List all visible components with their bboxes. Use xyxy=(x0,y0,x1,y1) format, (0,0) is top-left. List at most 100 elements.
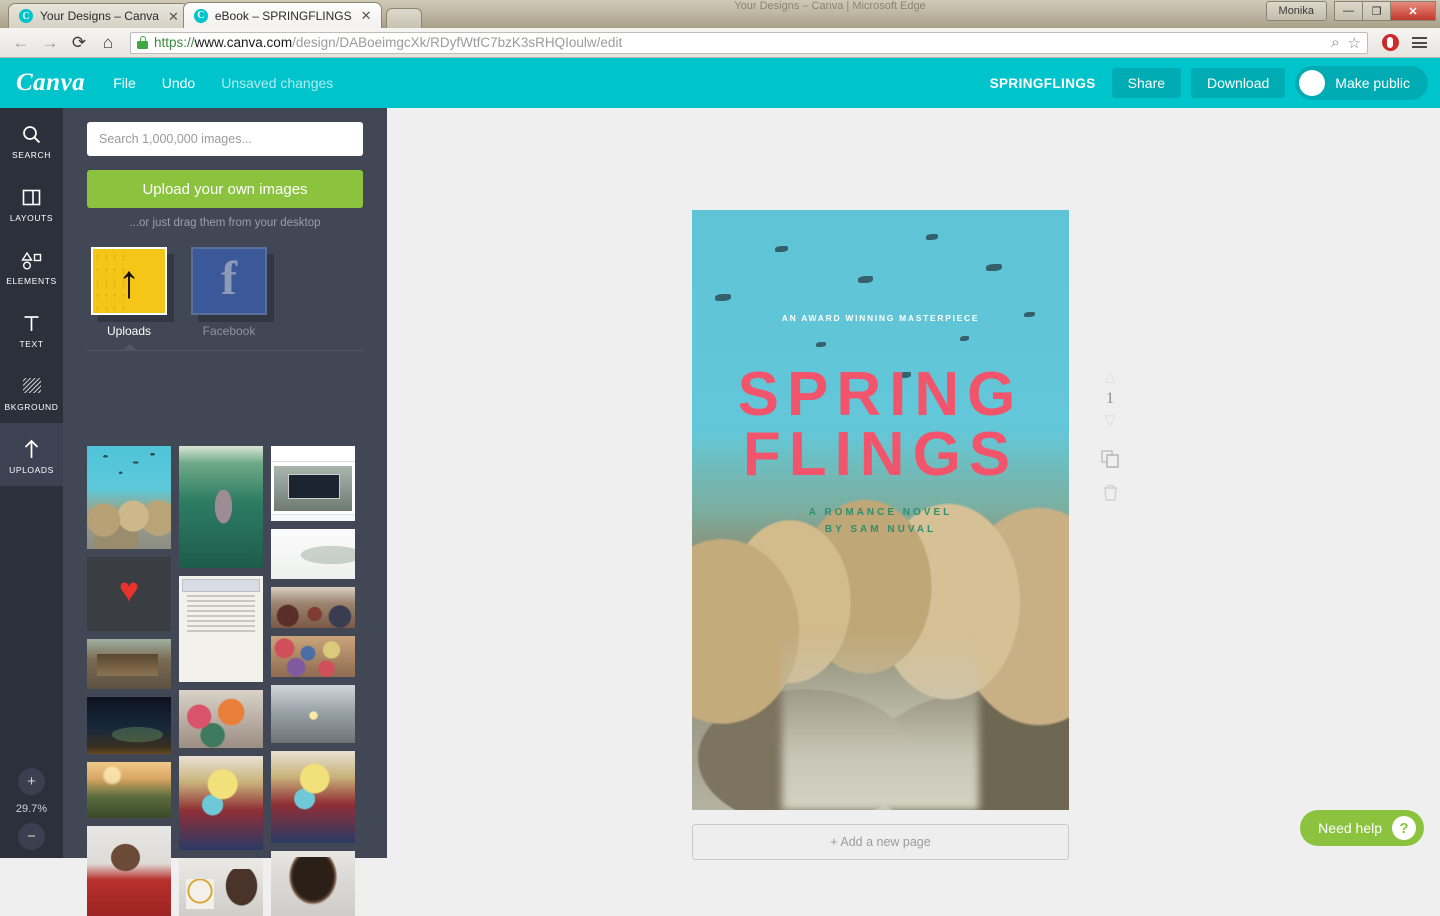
cover-title-line-2: FLINGS xyxy=(742,419,1019,489)
cover-tagline: AN AWARD WINNING MASTERPIECE xyxy=(781,313,980,323)
upload-your-own-images-button[interactable]: Upload your own images xyxy=(87,170,363,208)
panel-divider xyxy=(87,344,363,351)
zoom-level: 29.7% xyxy=(15,803,48,815)
upload-thumbnail-mother-and-baby[interactable] xyxy=(179,755,263,851)
tab-title: eBook – SPRINGFLINGS xyxy=(214,8,352,23)
uploads-tile-icon: ↑↑↑↑ ↑↑↑↑ ↑↑↑↑ ↑↑↑↑ ↑↑↑↑ ↑ xyxy=(91,247,167,315)
move-page-down-icon[interactable]: ▽ xyxy=(1092,413,1128,428)
canva-favicon-icon: C xyxy=(19,9,33,23)
upload-thumbnail-classroom[interactable] xyxy=(271,587,355,629)
windows-user-button[interactable]: Monika xyxy=(1265,1,1327,21)
tab-close-icon[interactable]: ✕ xyxy=(166,10,179,23)
back-icon[interactable]: ← xyxy=(8,31,34,55)
window-close-button[interactable]: ✕ xyxy=(1390,1,1436,21)
upload-thumbnail-mother-baby-2[interactable] xyxy=(271,751,355,843)
sidebar-item-label: BKGROUND xyxy=(4,402,59,412)
browser-toolbar: ← → ⟳ ⌂ https://www.canva.com/design/DAB… xyxy=(0,28,1440,58)
upload-thumbnail-scanned-document[interactable] xyxy=(179,575,263,682)
design-page-1[interactable]: AN AWARD WINNING MASTERPIECE SPRING FLIN… xyxy=(692,210,1069,810)
upload-thumbnail-red-heart[interactable] xyxy=(87,557,171,631)
canva-logo[interactable]: Canva xyxy=(16,69,85,97)
address-bar[interactable]: https://www.canva.com/design/DABoeimgcXk… xyxy=(130,31,1368,54)
need-help-button[interactable]: Need help ? xyxy=(1300,810,1424,846)
upload-thumbnail-night-sky[interactable] xyxy=(87,697,171,754)
upload-thumbnail-boy-portrait[interactable] xyxy=(271,850,355,916)
upload-thumbnail-sparkler[interactable] xyxy=(271,685,355,744)
delete-page-icon[interactable] xyxy=(1092,484,1128,501)
make-public-label: Make public xyxy=(1335,75,1410,91)
cover-subtitle: A ROMANCE NOVEL BY SAM NUVAL xyxy=(692,504,1069,538)
upload-thumbnail-crowd-children[interactable] xyxy=(271,636,355,678)
sidebar-item-label: SEARCH xyxy=(11,150,52,160)
sidebar-item-text[interactable]: TEXT xyxy=(0,297,63,360)
sidebar-item-uploads[interactable]: UPLOADS xyxy=(0,423,63,486)
cover-title-line-1: SPRING xyxy=(737,360,1024,429)
search-icon xyxy=(22,123,41,145)
tab-close-icon[interactable]: ✕ xyxy=(359,9,372,22)
opera-adblock-icon[interactable] xyxy=(1377,31,1403,55)
home-icon[interactable]: ⌂ xyxy=(95,31,121,55)
source-tab-facebook[interactable]: f Facebook xyxy=(191,247,274,338)
upload-thumbnail-facebook-post[interactable] xyxy=(271,446,355,521)
upload-thumbnail-sunset-field[interactable] xyxy=(87,761,171,818)
url-host: www.canva.com xyxy=(194,35,293,50)
uploads-arrow-icon xyxy=(22,438,41,460)
question-mark-icon: ? xyxy=(1392,816,1416,840)
make-public-toggle[interactable]: Make public xyxy=(1295,66,1428,100)
window-minimize-button[interactable]: — xyxy=(1334,1,1363,21)
uploads-thumbnail-grid xyxy=(63,446,387,916)
file-menu[interactable]: File xyxy=(113,75,136,91)
page-search-icon[interactable]: ⌕ xyxy=(1331,34,1339,51)
upload-thumbnail-children-reading[interactable] xyxy=(179,689,263,748)
sidebar-item-elements[interactable]: ELEMENTS xyxy=(0,234,63,297)
upload-thumbnail-boy-red-shirt[interactable] xyxy=(87,825,171,916)
duplicate-page-icon[interactable] xyxy=(1092,450,1128,468)
download-button[interactable]: Download xyxy=(1191,68,1286,98)
zoom-out-button[interactable]: − xyxy=(18,823,45,850)
reload-icon[interactable]: ⟳ xyxy=(66,31,92,55)
upload-thumbnail-boy-volleyball[interactable] xyxy=(179,858,263,916)
url-path: /design/DABoeimgcXk/RDyfWtfC7bzK3sRHQIou… xyxy=(292,35,623,50)
forward-icon[interactable]: → xyxy=(37,31,63,55)
topbar-actions: SPRINGFLINGS Share Download Make public xyxy=(990,66,1428,100)
zoom-controls: + 29.7% − xyxy=(0,768,63,850)
share-button[interactable]: Share xyxy=(1111,68,1182,98)
toggle-knob xyxy=(1299,70,1326,96)
sidebar-item-layouts[interactable]: LAYOUTS xyxy=(0,171,63,234)
need-help-label: Need help xyxy=(1318,820,1382,836)
browser-tab-ebook-springflings[interactable]: C eBook – SPRINGFLINGS ✕ xyxy=(182,2,382,28)
upload-thumbnail-underwater-dog[interactable] xyxy=(179,446,263,568)
sidebar-item-label: ELEMENTS xyxy=(6,276,57,286)
source-tab-uploads[interactable]: ↑↑↑↑ ↑↑↑↑ ↑↑↑↑ ↑↑↑↑ ↑↑↑↑ ↑ Uploads xyxy=(91,247,174,338)
layouts-icon xyxy=(22,186,41,208)
window-restore-button[interactable]: ❐ xyxy=(1362,1,1391,21)
move-page-up-icon[interactable]: △ xyxy=(1092,369,1128,384)
thumbnail-column-1 xyxy=(87,446,171,916)
left-rail: SEARCH LAYOUTS ELEMENTS TEXT BKGROUND UP… xyxy=(0,108,63,858)
sidebar-item-search[interactable]: SEARCH xyxy=(0,108,63,171)
browser-tabstrip: C Your Designs – Canva ✕ C eBook – SPRIN… xyxy=(8,2,422,28)
new-tab-button[interactable] xyxy=(385,8,422,28)
zoom-in-button[interactable]: + xyxy=(18,768,45,795)
browser-tab-your-designs[interactable]: C Your Designs – Canva ✕ xyxy=(8,3,189,28)
text-icon xyxy=(22,312,41,334)
document-title[interactable]: SPRINGFLINGS xyxy=(990,76,1096,91)
source-tab-label: Facebook xyxy=(202,324,256,338)
add-new-page-button[interactable]: + Add a new page xyxy=(692,824,1069,860)
upload-thumbnail-coral-reef[interactable] xyxy=(87,446,171,550)
canva-topbar: Canva File Undo Unsaved changes SPRINGFL… xyxy=(0,58,1440,108)
cover-subtitle-line-1: A ROMANCE NOVEL xyxy=(808,507,953,518)
cover-title: SPRING FLINGS xyxy=(692,360,1069,489)
upload-thumbnail-stilt-house[interactable] xyxy=(87,638,171,690)
search-input[interactable]: Search 1,000,000 images... xyxy=(87,122,363,156)
sidebar-item-label: TEXT xyxy=(19,339,44,349)
facebook-icon: f xyxy=(191,247,267,315)
sidebar-item-background[interactable]: BKGROUND xyxy=(0,360,63,423)
upload-thumbnail-quote-graphic[interactable] xyxy=(271,528,355,580)
browser-menu-icon[interactable] xyxy=(1406,31,1432,55)
thumbnail-column-3 xyxy=(271,446,355,916)
undo-button[interactable]: Undo xyxy=(162,75,195,91)
url-scheme: https:// xyxy=(154,35,195,50)
bookmark-star-icon[interactable]: ☆ xyxy=(1348,34,1361,52)
sidebar-item-label: LAYOUTS xyxy=(9,213,54,223)
